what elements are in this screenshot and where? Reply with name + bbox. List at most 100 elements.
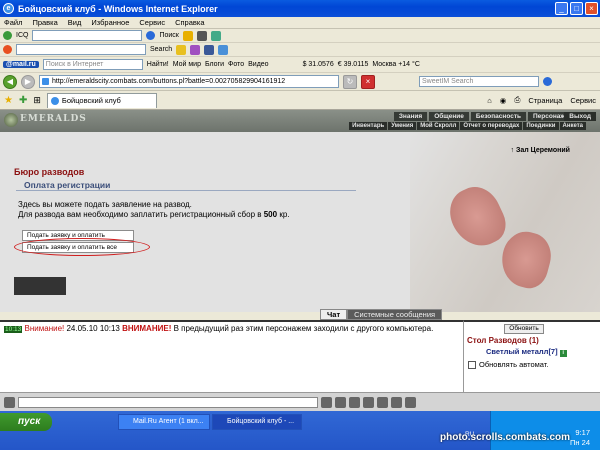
nav-knowledge[interactable]: Знания: [393, 112, 428, 121]
clock-time[interactable]: 9:17: [575, 428, 590, 437]
info-text: Здесь вы можете подать заявление на разв…: [18, 200, 290, 220]
player-name: Светлый металл: [486, 347, 549, 356]
menu-favorites[interactable]: Избранное: [91, 18, 129, 27]
ignore-icon[interactable]: [391, 396, 402, 408]
tab-row: ★ ✚ ⊞ Бойцовский клуб ⌂ ◉ ⎙ Страница Сер…: [0, 91, 600, 110]
icq-search-label[interactable]: Поиск: [159, 32, 178, 39]
smiley-icon[interactable]: [182, 30, 193, 41]
page-menu[interactable]: Страница: [528, 96, 562, 105]
message-text: В предыдущий раз этим персонажем заходил…: [171, 324, 434, 333]
nav-scroll[interactable]: Мой Скролл: [417, 122, 460, 130]
back-button[interactable]: ◀: [3, 74, 17, 89]
home-icon[interactable]: ⌂: [487, 96, 492, 105]
forward-button[interactable]: ▶: [21, 74, 35, 89]
system-tray: 9:17 Пн 24: [490, 411, 600, 450]
toolbar-mailru: @mail.ru Поиск в Интернет Найти! Мой мир…: [0, 57, 600, 73]
tab-list-icon[interactable]: ⊞: [33, 95, 41, 106]
emoticon-icon[interactable]: [176, 44, 187, 55]
favorites-star-icon[interactable]: ★: [4, 95, 13, 106]
toolbar-search-input[interactable]: [16, 44, 146, 55]
nav-security[interactable]: Безопасность: [470, 112, 526, 121]
warning-caps: ВНИМАНИЕ!: [122, 324, 172, 333]
section-divider: [16, 190, 356, 191]
mask-icon[interactable]: [190, 44, 201, 55]
start-button[interactable]: пуск: [0, 413, 52, 431]
tools-menu[interactable]: Сервис: [570, 96, 596, 105]
tab-chat[interactable]: Чат: [320, 309, 348, 320]
emeralds-logo-icon: [4, 113, 18, 127]
find-button[interactable]: Найти!: [147, 61, 169, 68]
side-panel: Обновить Стол Разводов (1) Светлый метал…: [463, 320, 600, 392]
smiles-icon[interactable]: [321, 396, 332, 408]
counter-badges: [14, 277, 66, 295]
exit-button[interactable]: Выход: [564, 112, 596, 121]
auto-refresh-option: Обновлять автомат.: [468, 360, 548, 369]
add-favorites-icon[interactable]: ✚: [19, 95, 27, 106]
chat-options-icon[interactable]: [4, 396, 15, 408]
menu-help[interactable]: Справка: [175, 18, 204, 27]
player-entry[interactable]: Светлый металл[7] i: [486, 347, 567, 357]
tab-system-messages[interactable]: Системные сообщения: [347, 309, 443, 320]
refresh-icon[interactable]: ↻: [343, 74, 357, 89]
tab-fight-club[interactable]: Бойцовский клуб: [46, 92, 157, 108]
fee-amount: 500: [263, 210, 278, 219]
blogs-link[interactable]: Блоги: [205, 61, 224, 68]
translit-icon[interactable]: [335, 396, 346, 408]
nav-skills[interactable]: Умения: [388, 122, 417, 130]
mailru-search-input[interactable]: Поиск в Интернет: [42, 59, 143, 70]
feeds-icon[interactable]: ◉: [500, 96, 507, 105]
nav-transfers[interactable]: Отчет о переводах: [460, 122, 523, 130]
maximize-button[interactable]: □: [570, 2, 583, 15]
clock-day: Пн 24: [570, 438, 590, 447]
photo-link[interactable]: Фото: [228, 61, 244, 68]
filter-icon[interactable]: [363, 396, 374, 408]
address-input[interactable]: http://emeraldscity.combats.com/buttons.…: [39, 75, 339, 88]
sweetim-search-input[interactable]: SweetIM Search: [419, 76, 539, 87]
stop-icon[interactable]: ×: [361, 74, 375, 89]
icq-search-input[interactable]: [32, 30, 143, 41]
eur-rate: € 39.0115: [337, 61, 369, 68]
minimize-button[interactable]: _: [555, 2, 568, 15]
mailru-logo[interactable]: @mail.ru: [3, 61, 39, 68]
background-art: [410, 132, 600, 312]
task-fight-club[interactable]: Бойцовский клуб - ...: [212, 414, 302, 430]
ceremony-hall-link[interactable]: Зал Церемоний: [511, 147, 570, 154]
icq-label[interactable]: ICQ: [16, 32, 28, 39]
clear-icon[interactable]: [349, 396, 360, 408]
nav-profile[interactable]: Анкета: [559, 122, 586, 130]
nav-inventory[interactable]: Инвентарь: [349, 122, 388, 130]
chat-tabs: Чат Системные сообщения: [320, 309, 443, 320]
menu-edit[interactable]: Правка: [32, 18, 57, 27]
auto-refresh-checkbox[interactable]: [468, 360, 476, 369]
facebook-icon[interactable]: [204, 44, 215, 55]
weather-label: Москва +14 °C: [372, 61, 420, 68]
message-time: 10:13: [4, 326, 23, 333]
search-go-icon[interactable]: [543, 77, 552, 86]
menu-file[interactable]: Файл: [4, 18, 22, 27]
menu-tools[interactable]: Сервис: [139, 18, 165, 27]
send-icon[interactable]: [405, 396, 416, 408]
video-link[interactable]: Видео: [248, 61, 268, 68]
weather-icon[interactable]: [196, 30, 207, 41]
menu-view[interactable]: Вид: [68, 18, 82, 27]
sound-icon[interactable]: [377, 396, 388, 408]
menu-bar: Файл Правка Вид Избранное Сервис Справка: [0, 17, 600, 29]
chat-icon[interactable]: [218, 44, 229, 55]
info-icon[interactable]: i: [559, 350, 567, 357]
warning-label: Внимание!: [24, 324, 65, 333]
close-button[interactable]: ×: [585, 2, 598, 15]
page-icon: [42, 78, 49, 85]
print-icon[interactable]: ⎙: [514, 95, 520, 105]
nav-communication[interactable]: Общение: [429, 112, 469, 121]
task-mailru-agent[interactable]: Mail.Ru Агент (1 вкл...: [118, 414, 210, 430]
chat-input[interactable]: [18, 396, 318, 408]
search-label[interactable]: Search: [150, 46, 172, 53]
windows-taskbar: пуск Mail.Ru Агент (1 вкл... Бойцовский …: [0, 411, 600, 450]
nav-battles[interactable]: Поединки: [523, 122, 559, 130]
moimir-link[interactable]: Мой мир: [173, 61, 201, 68]
refresh-button[interactable]: Обновить: [504, 324, 544, 334]
address-bar-row: ◀ ▶ http://emeraldscity.combats.com/butt…: [0, 73, 600, 91]
chat-log: 10:13 Внимание! 24.05.10 10:13 ВНИМАНИЕ!…: [0, 320, 463, 392]
main-content: Зал Церемоний Бюро разводов Оплата регис…: [0, 132, 600, 312]
puzzle-icon[interactable]: [210, 30, 221, 41]
